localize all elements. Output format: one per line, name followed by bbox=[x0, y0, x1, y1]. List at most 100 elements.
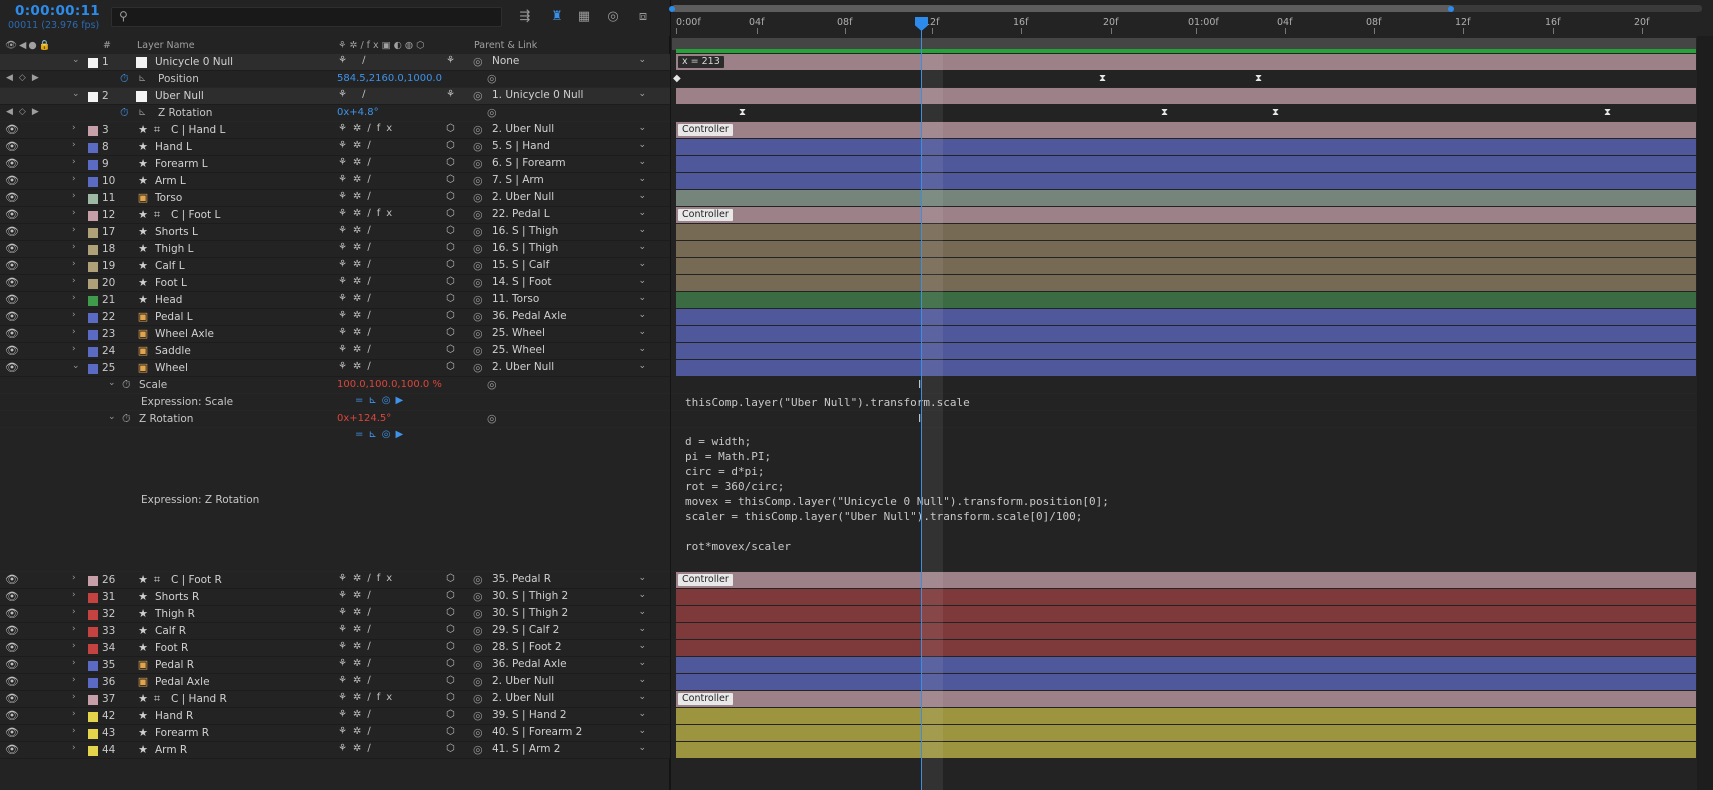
search-input[interactable] bbox=[136, 10, 486, 25]
3d-layer-icon[interactable]: ⬡ bbox=[446, 675, 455, 686]
parent-dropdown[interactable]: 2. Uber Null ⌄ bbox=[492, 675, 650, 690]
parent-pickwhip-icon[interactable]: ◎ bbox=[473, 624, 483, 637]
expand-chevron-icon[interactable]: › bbox=[72, 726, 76, 736]
layer-search-box[interactable]: ⚲ bbox=[111, 7, 502, 27]
layer-switches[interactable]: ⚘✲∕ bbox=[338, 361, 377, 372]
keyframe-navigator[interactable]: ◀◇▶ bbox=[6, 107, 45, 117]
layer-switches[interactable]: ⚘✲∕ bbox=[338, 191, 377, 202]
3d-layer-icon[interactable]: ⬡ bbox=[446, 310, 455, 321]
parent-pickwhip-icon[interactable]: ◎ bbox=[473, 55, 483, 68]
parent-dropdown[interactable]: 2. Uber Null ⌄ bbox=[492, 191, 650, 206]
parent-pickwhip-icon[interactable]: ◎ bbox=[473, 140, 483, 153]
parent-dropdown[interactable]: 28. S | Foot 2 ⌄ bbox=[492, 641, 650, 656]
layer-name[interactable]: Pedal Axle bbox=[155, 676, 210, 688]
visibility-eye-icon[interactable]: 👁 bbox=[5, 743, 19, 756]
layer-switches[interactable]: ⚘✲∕ bbox=[338, 157, 377, 168]
layer-switches[interactable]: ⚘✲∕ bbox=[338, 658, 377, 669]
parent-dropdown[interactable]: 36. Pedal Axle ⌄ bbox=[492, 658, 650, 673]
expression-row[interactable]: =⊾◎▶ Expression: Z Rotation bbox=[0, 428, 670, 572]
stopwatch-icon[interactable]: ⏱ bbox=[122, 378, 131, 392]
label-color-swatch[interactable] bbox=[88, 627, 98, 637]
navigator-end-handle[interactable] bbox=[1448, 6, 1454, 12]
visibility-eye-icon[interactable]: 👁 bbox=[5, 208, 19, 221]
3d-layer-icon[interactable]: ⬡ bbox=[446, 641, 455, 652]
layer-switches[interactable]: ⚘✲∕ bbox=[338, 327, 377, 338]
3d-layer-icon[interactable]: ⬡ bbox=[446, 157, 455, 168]
parent-pickwhip-icon[interactable]: ◎ bbox=[473, 709, 483, 722]
property-pickwhip-icon[interactable]: ◎ bbox=[487, 106, 497, 119]
layer-name[interactable]: C | Foot L bbox=[171, 209, 220, 221]
layer-row[interactable]: 👁 › 44 ★ Arm R ⚘✲∕ ⬡ ◎ 41. S | Arm 2 ⌄ bbox=[0, 742, 670, 759]
collapse-chevron-icon[interactable]: ⌄ bbox=[72, 361, 80, 371]
layer-name[interactable]: Shorts R bbox=[155, 591, 199, 603]
expression-editor[interactable]: thisComp.layer("Uber Null").transform.sc… bbox=[671, 394, 1713, 411]
layer-switches[interactable]: ⚘✲∕ bbox=[338, 726, 377, 737]
layer-duration-bar[interactable] bbox=[676, 139, 1696, 155]
label-color-swatch[interactable] bbox=[88, 695, 98, 705]
visibility-eye-icon[interactable]: 👁 bbox=[5, 276, 19, 289]
label-color-swatch[interactable] bbox=[88, 245, 98, 255]
expression-controls[interactable]: =⊾◎▶ bbox=[355, 429, 408, 440]
visibility-eye-icon[interactable]: 👁 bbox=[5, 590, 19, 603]
parent-dropdown[interactable]: 36. Pedal Axle ⌄ bbox=[492, 310, 650, 325]
label-color-swatch[interactable] bbox=[88, 228, 98, 238]
layer-duration-bar[interactable] bbox=[676, 224, 1696, 240]
layer-row[interactable]: ⌄ 1 Unicycle 0 Null ⚘ ∕ ⚘ ◎ None ⌄ bbox=[0, 54, 670, 71]
parent-pickwhip-icon[interactable]: ◎ bbox=[473, 174, 483, 187]
parent-pickwhip-icon[interactable]: ◎ bbox=[473, 327, 483, 340]
label-color-swatch[interactable] bbox=[88, 746, 98, 756]
visibility-eye-icon[interactable]: 👁 bbox=[5, 624, 19, 637]
property-row[interactable]: ⌄ ⏱ Scale 100.0,100.0,100.0 % ◎ bbox=[0, 377, 670, 394]
layer-duration-bar[interactable] bbox=[676, 742, 1696, 758]
layer-name[interactable]: Foot R bbox=[155, 642, 188, 654]
3d-layer-icon[interactable]: ⬡ bbox=[446, 123, 455, 134]
layer-name[interactable]: Calf R bbox=[155, 625, 186, 637]
keyframe-icon[interactable]: ⧗ bbox=[1099, 73, 1106, 84]
layer-name[interactable]: Saddle bbox=[155, 345, 191, 357]
property-value[interactable]: 0x+124.5° bbox=[337, 413, 391, 424]
keyframe-icon[interactable]: ⧗ bbox=[1255, 73, 1262, 84]
parent-dropdown[interactable]: 14. S | Foot ⌄ bbox=[492, 276, 650, 291]
expand-chevron-icon[interactable]: › bbox=[72, 276, 76, 286]
label-color-swatch[interactable] bbox=[88, 262, 98, 272]
3d-layer-icon[interactable]: ⬡ bbox=[446, 259, 455, 270]
layer-duration-bar[interactable] bbox=[676, 360, 1696, 376]
collapse-chevron-icon[interactable]: ⌄ bbox=[108, 412, 116, 422]
property-pickwhip-icon[interactable]: ◎ bbox=[487, 72, 497, 85]
parent-pickwhip-icon[interactable]: ◎ bbox=[473, 658, 483, 671]
visibility-eye-icon[interactable]: 👁 bbox=[5, 293, 19, 306]
layer-name[interactable]: Uber Null bbox=[155, 90, 204, 102]
layer-switches[interactable]: ⚘✲∕fx bbox=[338, 573, 398, 584]
3d-layer-icon[interactable]: ⬡ bbox=[446, 361, 455, 372]
label-color-swatch[interactable] bbox=[88, 610, 98, 620]
parent-dropdown[interactable]: 25. Wheel ⌄ bbox=[492, 344, 650, 359]
layer-switches[interactable]: ⚘✲∕ bbox=[338, 641, 377, 652]
comp-mini-flowchart-icon[interactable]: ⇶ bbox=[515, 8, 535, 26]
label-color-swatch[interactable] bbox=[88, 347, 98, 357]
layer-name[interactable]: C | Hand R bbox=[171, 693, 227, 705]
property-pickwhip-icon[interactable]: ◎ bbox=[487, 378, 497, 391]
layer-switches[interactable]: ⚘✲∕fx bbox=[338, 208, 398, 219]
layer-row[interactable]: 👁 › 3 ⌗ ★ C | Hand L ⚘✲∕fx ⬡ ◎ 2. Uber Null ⌄ bbox=[0, 122, 670, 139]
expand-chevron-icon[interactable]: › bbox=[72, 607, 76, 617]
3d-layer-icon[interactable]: ⬡ bbox=[446, 344, 455, 355]
visibility-eye-icon[interactable]: 👁 bbox=[5, 259, 19, 272]
layer-duration-bar[interactable] bbox=[676, 190, 1696, 206]
visibility-eye-icon[interactable]: 👁 bbox=[5, 658, 19, 671]
layer-duration-bar[interactable] bbox=[676, 156, 1696, 172]
property-track[interactable]: ⧗ ⧗ ⧗ ⧗ bbox=[671, 105, 1713, 122]
label-color-swatch[interactable] bbox=[88, 661, 98, 671]
layer-name[interactable]: Calf L bbox=[155, 260, 185, 272]
expand-chevron-icon[interactable]: › bbox=[72, 624, 76, 634]
3d-layer-icon[interactable]: ⬡ bbox=[446, 242, 455, 253]
3d-layer-icon[interactable]: ⬡ bbox=[446, 590, 455, 601]
parent-pickwhip-icon[interactable]: ◎ bbox=[473, 191, 483, 204]
layer-row[interactable]: 👁 › 35 ▣ Pedal R ⚘✲∕ ⬡ ◎ 36. Pedal Axle ⌄ bbox=[0, 657, 670, 674]
layer-row[interactable]: 👁 › 22 ▣ Pedal L ⚘✲∕ ⬡ ◎ 36. Pedal Axle ⌄ bbox=[0, 309, 670, 326]
layer-row[interactable]: 👁 › 24 ▣ Saddle ⚘✲∕ ⬡ ◎ 25. Wheel ⌄ bbox=[0, 343, 670, 360]
expand-chevron-icon[interactable]: › bbox=[72, 191, 76, 201]
layer-switches[interactable]: ⚘ ∕ bbox=[338, 89, 372, 100]
layer-name[interactable]: Pedal L bbox=[155, 311, 193, 323]
parent-dropdown[interactable]: 39. S | Hand 2 ⌄ bbox=[492, 709, 650, 724]
layer-switches[interactable]: ⚘✲∕ bbox=[338, 310, 377, 321]
